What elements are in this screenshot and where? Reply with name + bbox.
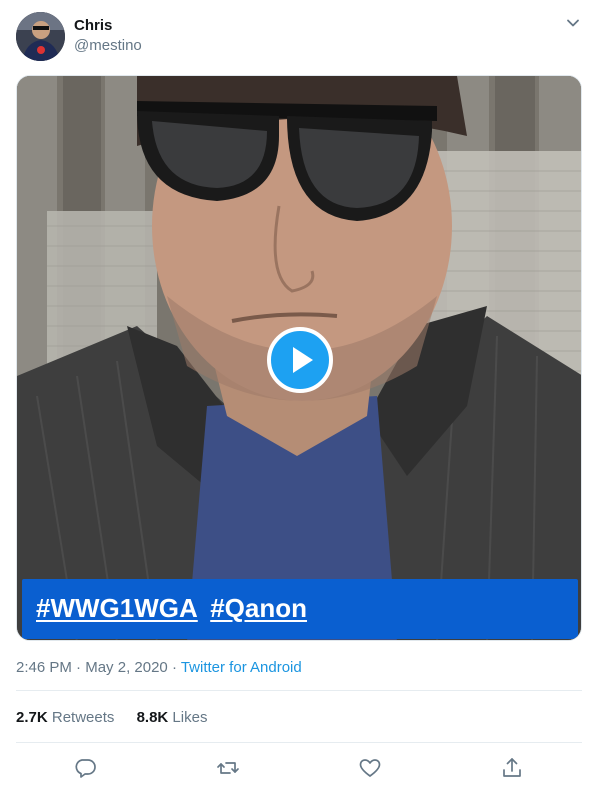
- reply-icon[interactable]: [72, 755, 98, 781]
- user-handle[interactable]: @mestino: [74, 36, 142, 56]
- retweets-count: 2.7K: [16, 709, 48, 726]
- user-names: Chris @mestino: [74, 16, 142, 56]
- meta-separator: ·: [167, 659, 181, 676]
- retweets-stat[interactable]: 2.7K Retweets: [16, 708, 114, 728]
- chevron-down-icon[interactable]: [564, 14, 582, 32]
- tweet-date[interactable]: May 2, 2020: [85, 659, 168, 676]
- hashtag-qanon[interactable]: #Qanon: [210, 593, 307, 623]
- tweet-actions: [16, 755, 582, 781]
- retweet-icon[interactable]: [215, 755, 241, 781]
- tweet-stats: 2.7K Retweets 8.8K Likes: [16, 708, 225, 728]
- likes-stat[interactable]: 8.8K Likes: [137, 708, 208, 728]
- likes-count: 8.8K: [136, 709, 169, 726]
- tweet-source-link[interactable]: Twitter for Android: [181, 659, 302, 676]
- avatar[interactable]: [16, 12, 65, 61]
- video-player[interactable]: #WWG1WGA #Qanon: [16, 75, 582, 641]
- display-name[interactable]: Chris: [74, 16, 142, 36]
- play-icon: [293, 347, 313, 373]
- hashtag-overlay: #WWG1WGA #Qanon: [22, 579, 578, 639]
- tweet-time[interactable]: 2:46 PM: [16, 659, 72, 676]
- share-icon[interactable]: [499, 755, 525, 781]
- tweet-detail: Chris @mestino #WWG1WGA #Qanon 2:46 PM ·…: [0, 0, 598, 791]
- retweets-label: Retweets: [51, 709, 115, 726]
- tweet-header: Chris @mestino: [16, 12, 582, 62]
- play-button[interactable]: [267, 327, 333, 393]
- divider: [16, 690, 582, 691]
- likes-label: Likes: [172, 709, 208, 726]
- hashtag-wwg1wga[interactable]: #WWG1WGA: [36, 593, 198, 623]
- meta-separator: ·: [71, 659, 86, 676]
- divider: [16, 742, 582, 743]
- like-icon[interactable]: [357, 755, 383, 781]
- tweet-meta: 2:46 PM · May 2, 2020 · Twitter for Andr…: [16, 658, 302, 678]
